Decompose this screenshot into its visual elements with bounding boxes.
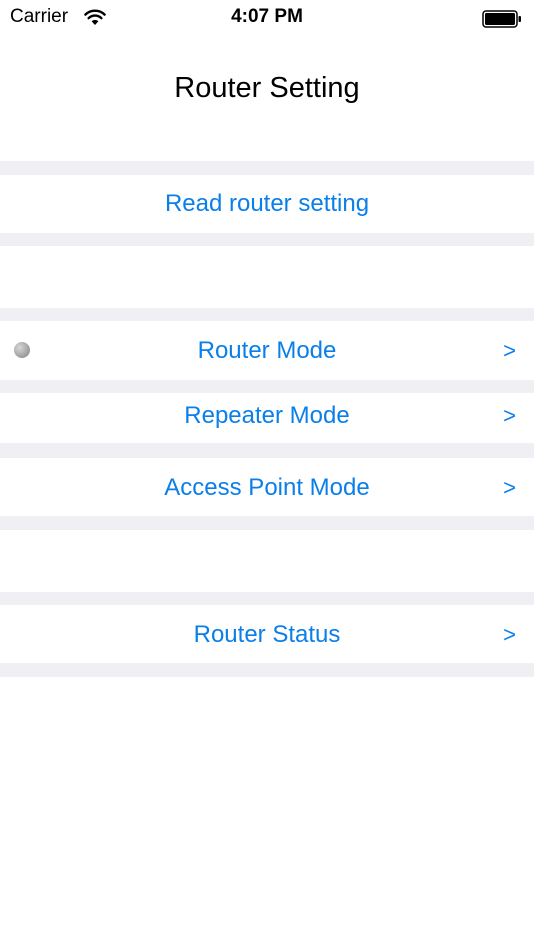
- page-title: Router Setting: [174, 72, 360, 104]
- repeater-mode-label: Repeater Mode: [184, 402, 350, 429]
- chevron-right-icon: >: [503, 403, 516, 428]
- read-router-setting-button[interactable]: Read router setting: [0, 175, 534, 233]
- section-separator: [0, 592, 534, 605]
- router-status-row[interactable]: Router Status >: [0, 605, 534, 663]
- access-point-mode-row[interactable]: Access Point Mode >: [0, 458, 534, 516]
- chevron-right-icon: >: [503, 338, 516, 363]
- chevron-right-icon: >: [503, 475, 516, 500]
- read-router-setting-label: Read router setting: [164, 190, 370, 217]
- section-separator: [0, 663, 534, 677]
- battery-icon: [482, 10, 521, 28]
- chevron-right-icon: >: [503, 622, 516, 647]
- section-separator: [0, 516, 534, 530]
- router-status-label: Router Status: [193, 621, 341, 648]
- repeater-mode-row[interactable]: Repeater Mode >: [0, 393, 534, 443]
- section-separator: [0, 308, 534, 321]
- section-separator: [0, 233, 534, 246]
- clock-time: 4:07 PM: [231, 6, 303, 27]
- row-separator: [0, 443, 534, 458]
- status-bar: Carrier 4:07 PM: [0, 0, 534, 40]
- router-mode-label: Router Mode: [197, 337, 337, 364]
- section-separator: [0, 161, 534, 175]
- access-point-mode-label: Access Point Mode: [164, 474, 370, 501]
- router-mode-row[interactable]: Router Mode >: [0, 321, 534, 380]
- row-separator: [0, 380, 534, 393]
